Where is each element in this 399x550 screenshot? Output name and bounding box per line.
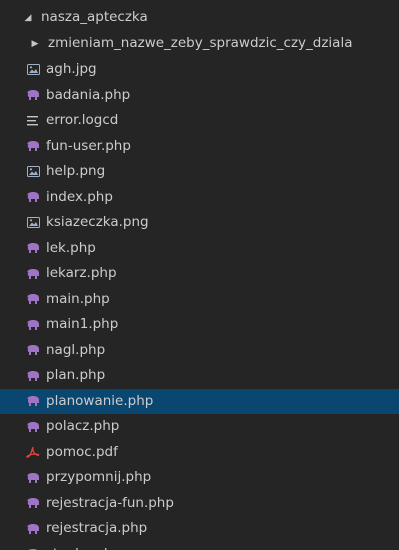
file-label: planowanie.php [46, 392, 154, 409]
file-label: polacz.php [46, 418, 120, 434]
file-label: stopka.php [46, 542, 121, 550]
folder-row-root[interactable]: ◢ nasza_apteczka [0, 5, 399, 30]
file-row[interactable]: lekarz.php [0, 261, 399, 286]
file-row[interactable]: main.php [0, 287, 399, 312]
file-row[interactable]: help.png [0, 159, 399, 184]
pdf-file-icon [26, 445, 40, 459]
php-elephant-icon [26, 369, 40, 383]
php-elephant-icon [26, 343, 40, 357]
php-elephant-icon-glyph [26, 243, 39, 253]
php-elephant-icon-glyph [26, 319, 39, 330]
file-row[interactable]: agh.jpg [0, 57, 399, 82]
php-elephant-icon [26, 420, 40, 434]
php-elephant-icon [26, 267, 40, 281]
file-row[interactable]: nagl.php [0, 338, 399, 363]
file-label: badania.php [46, 86, 131, 103]
image-file-icon-glyph [26, 166, 40, 177]
file-label: error.logcd [46, 112, 119, 128]
file-row[interactable]: rejestracja.php [0, 516, 399, 541]
php-elephant-icon [26, 292, 40, 306]
file-row[interactable]: badania.php [0, 83, 399, 108]
file-label: lekarz.php [46, 265, 117, 281]
file-row[interactable]: pomoc.pdf [0, 440, 399, 465]
php-elephant-icon-glyph [26, 472, 39, 483]
image-file-icon [26, 165, 40, 179]
file-label: przypomnij.php [46, 469, 152, 485]
php-elephant-icon [26, 394, 40, 408]
file-row[interactable]: fun-user.php [0, 134, 399, 159]
file-label: nagl.php [46, 341, 106, 358]
php-elephant-icon-glyph [26, 192, 39, 202]
file-label: main1.php [46, 316, 119, 332]
file-row[interactable]: planowanie.php [0, 388, 399, 414]
php-elephant-icon [26, 522, 40, 536]
pdf-file-icon-glyph [26, 446, 40, 458]
file-row[interactable]: przypomnij.php [0, 465, 399, 490]
file-label: index.php [46, 188, 113, 205]
file-label: ksiazeczka.png [46, 214, 149, 230]
file-row[interactable]: rejestracja-fun.php [0, 491, 399, 516]
text-file-icon [26, 114, 40, 128]
file-row[interactable]: polacz.php [0, 414, 399, 439]
text-file-icon-glyph [27, 115, 38, 125]
php-elephant-icon [26, 139, 40, 153]
php-elephant-icon [26, 241, 40, 255]
file-label: pomoc.pdf [46, 443, 118, 460]
file-row[interactable]: ksiazeczka.png [0, 210, 399, 235]
file-row[interactable]: plan.php [0, 363, 399, 388]
php-elephant-icon [26, 190, 40, 204]
file-row[interactable]: main1.php [0, 312, 399, 337]
file-label: help.png [46, 163, 106, 179]
image-file-icon-glyph [26, 64, 40, 75]
file-label: plan.php [46, 367, 106, 383]
file-label: rejestracja.php [46, 520, 148, 536]
image-file-icon [26, 63, 40, 77]
php-elephant-icon [26, 88, 40, 102]
php-elephant-icon-glyph [26, 370, 39, 381]
php-elephant-icon-glyph [26, 268, 39, 279]
php-elephant-icon-glyph [26, 523, 39, 534]
php-elephant-icon-glyph [26, 141, 39, 151]
image-file-icon [26, 216, 40, 230]
file-label: lek.php [46, 239, 96, 256]
php-elephant-icon [26, 471, 40, 485]
php-elephant-icon-glyph [26, 421, 39, 432]
folder-label: nasza_apteczka [41, 9, 148, 25]
triangle-down-icon[interactable]: ◢ [23, 13, 33, 23]
image-file-icon-glyph [26, 217, 40, 228]
php-elephant-icon-glyph [26, 90, 39, 100]
php-elephant-icon-glyph [26, 345, 39, 355]
file-label: main.php [46, 290, 110, 307]
php-elephant-icon [26, 318, 40, 332]
php-elephant-icon-glyph [26, 294, 39, 304]
php-elephant-icon-glyph [26, 498, 39, 508]
file-label: rejestracja-fun.php [46, 494, 174, 511]
folder-row-subfolder[interactable]: ▶ zmieniam_nazwe_zeby_sprawdzic_czy_dzia… [0, 31, 399, 56]
file-row[interactable]: lek.php [0, 236, 399, 261]
php-elephant-icon-glyph [26, 396, 39, 406]
folder-label: zmieniam_nazwe_zeby_sprawdzic_czy_dziala [48, 35, 353, 51]
file-row[interactable]: index.php [0, 185, 399, 210]
file-row[interactable]: stopka.php [0, 542, 399, 550]
file-label: fun-user.php [46, 137, 131, 154]
file-row[interactable]: error.logcd [0, 108, 399, 133]
php-elephant-icon [26, 496, 40, 510]
file-label: agh.jpg [46, 61, 97, 77]
file-explorer: ◢ nasza_apteczka ▶ zmieniam_nazwe_zeby_s… [0, 0, 399, 550]
triangle-right-icon[interactable]: ▶ [30, 39, 40, 49]
